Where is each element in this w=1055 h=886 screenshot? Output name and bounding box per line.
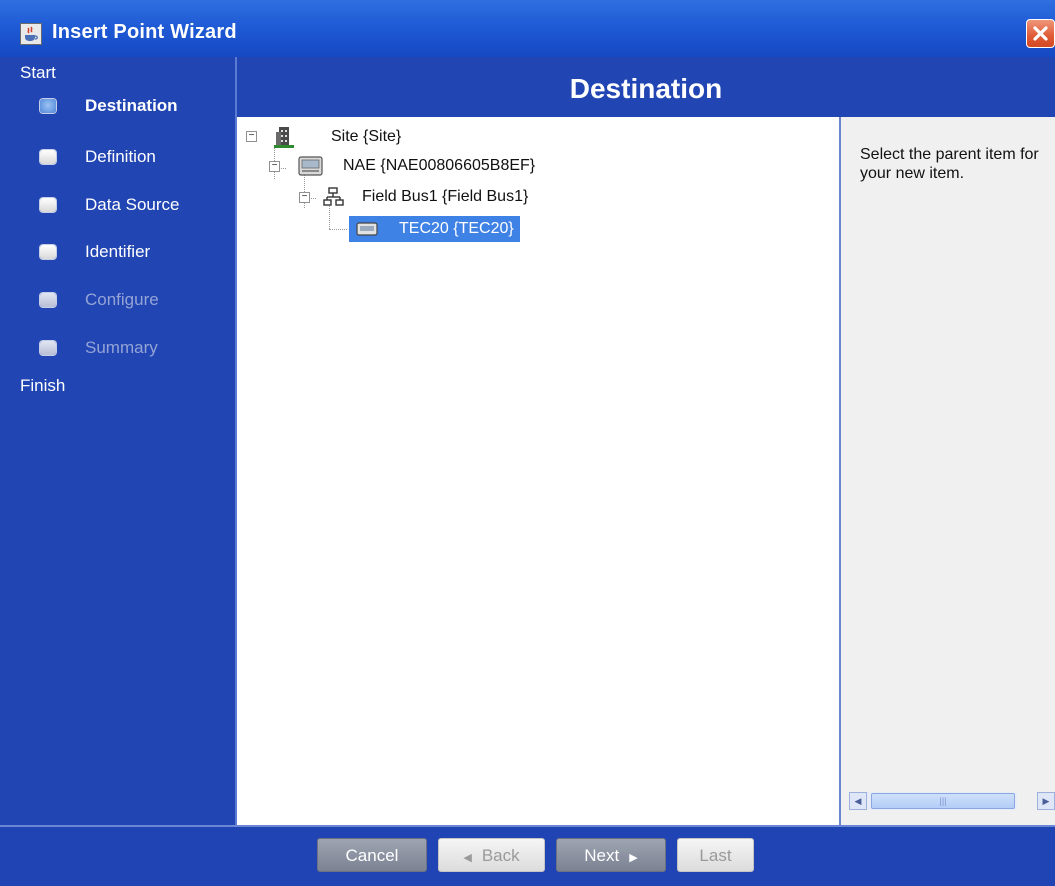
insert-point-wizard-window: Insert Point Wizard Start Destination De… bbox=[0, 0, 1055, 886]
tree-node-label: Field Bus1 {Field Bus1} bbox=[362, 188, 529, 205]
tree-connector bbox=[329, 229, 347, 230]
title-bar[interactable]: Insert Point Wizard bbox=[0, 0, 1055, 57]
back-arrow-icon: ◀ bbox=[463, 852, 472, 864]
help-panel: Select the parent item for your new item… bbox=[841, 117, 1055, 825]
last-button[interactable]: Last bbox=[677, 838, 754, 872]
collapse-toggle[interactable]: − bbox=[246, 131, 257, 142]
finish-label: Finish bbox=[20, 376, 66, 395]
help-horizontal-scrollbar[interactable]: ◀ ||| ▶ bbox=[849, 792, 1055, 810]
next-label: Next bbox=[584, 846, 620, 865]
window-title: Insert Point Wizard bbox=[52, 21, 237, 43]
cancel-label: Cancel bbox=[345, 846, 399, 865]
page-title: Destination bbox=[237, 57, 1055, 117]
start-label: Start bbox=[20, 63, 56, 82]
step-label: Summary bbox=[85, 338, 158, 357]
next-button[interactable]: Next ▶ bbox=[556, 838, 666, 872]
step-label: Configure bbox=[85, 290, 159, 309]
tree-node-label: Site {Site} bbox=[331, 128, 402, 145]
back-label: Back bbox=[481, 846, 520, 865]
close-button[interactable] bbox=[1026, 19, 1055, 48]
footer-divider bbox=[0, 825, 1055, 827]
step-summary: Summary bbox=[40, 334, 230, 362]
scroll-thumb[interactable]: ||| bbox=[871, 793, 1015, 809]
step-label: Data Source bbox=[85, 195, 180, 214]
step-bullet-icon bbox=[40, 198, 56, 212]
destination-tree[interactable]: − Site {Site} − NAE {NAE00806605B8EF} − … bbox=[237, 117, 841, 825]
scroll-left-button[interactable]: ◀ bbox=[849, 792, 867, 810]
step-label: Identifier bbox=[85, 242, 151, 261]
step-bullet-icon bbox=[40, 341, 56, 355]
step-bullet-icon bbox=[40, 99, 56, 113]
cancel-button[interactable]: Cancel bbox=[317, 838, 427, 872]
back-button[interactable]: ◀ Back bbox=[438, 838, 545, 872]
scroll-right-button[interactable]: ▶ bbox=[1037, 792, 1055, 810]
step-identifier: Identifier bbox=[40, 238, 230, 266]
last-label: Last bbox=[699, 846, 732, 865]
step-label: Definition bbox=[85, 147, 156, 166]
close-icon bbox=[1033, 26, 1048, 41]
controller-icon bbox=[356, 222, 378, 236]
tree-node-nae[interactable]: NAE {NAE00806605B8EF} bbox=[297, 153, 535, 179]
step-definition: Definition bbox=[40, 143, 230, 171]
help-text: Select the parent item for your new item… bbox=[860, 146, 1039, 182]
step-label: Destination bbox=[85, 96, 178, 115]
collapse-toggle[interactable]: − bbox=[299, 192, 310, 203]
step-bullet-icon bbox=[40, 245, 56, 259]
device-icon bbox=[298, 156, 323, 176]
step-data-source: Data Source bbox=[40, 191, 230, 219]
wizard-steps-sidebar: Start Destination Definition Data Source… bbox=[0, 57, 235, 825]
tree-node-field-bus[interactable]: Field Bus1 {Field Bus1} bbox=[323, 184, 528, 210]
network-icon bbox=[323, 187, 344, 206]
building-icon bbox=[274, 127, 294, 148]
tree-node-label: NAE {NAE00806605B8EF} bbox=[343, 157, 536, 174]
step-destination: Destination bbox=[40, 92, 230, 120]
step-bullet-icon bbox=[40, 293, 56, 307]
tree-node-label: TEC20 {TEC20} bbox=[393, 218, 520, 240]
step-configure: Configure bbox=[40, 286, 230, 314]
tree-node-site[interactable]: Site {Site} bbox=[273, 124, 401, 150]
step-bullet-icon bbox=[40, 150, 56, 164]
tree-node-tec20[interactable]: TEC20 {TEC20} bbox=[349, 216, 520, 242]
collapse-toggle[interactable]: − bbox=[269, 161, 280, 172]
next-arrow-icon: ▶ bbox=[629, 852, 638, 864]
java-app-icon bbox=[20, 23, 42, 45]
